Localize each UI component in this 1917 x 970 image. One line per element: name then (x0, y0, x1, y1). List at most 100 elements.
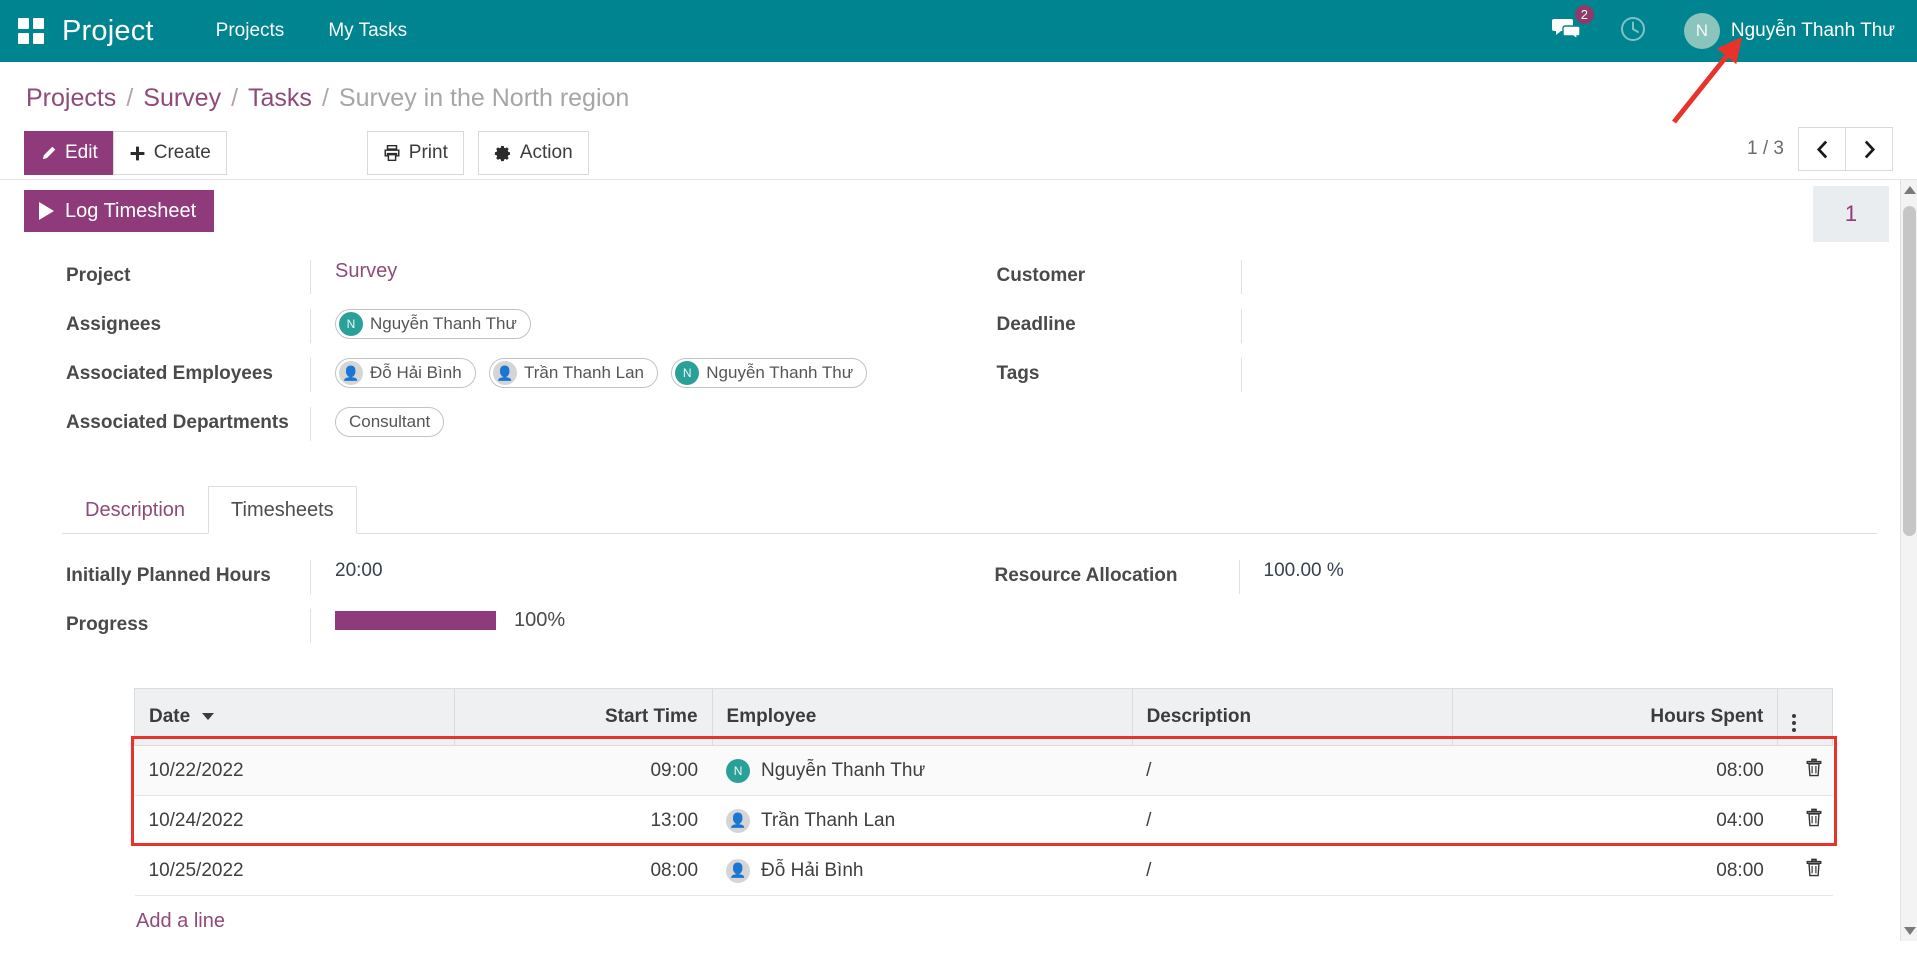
print-button[interactable]: Print (367, 131, 464, 175)
column-header-date-label: Date (149, 706, 190, 727)
employee-tag-label: Đỗ Hải Bình (370, 363, 462, 383)
stat-button[interactable]: 1 (1813, 186, 1889, 242)
employee-value: N Nguyễn Thanh Thư (726, 759, 1118, 783)
field-label-associated-employees: Associated Employees (66, 358, 310, 387)
scroll-down-icon[interactable] (1904, 927, 1916, 935)
user-menu[interactable]: N Nguyễn Thanh Thư (1666, 13, 1895, 49)
dot (1792, 728, 1796, 732)
pager-value: 1 / 3 (1747, 138, 1784, 160)
employee-tag[interactable]: N Nguyễn Thanh Thư (671, 358, 867, 388)
project-link[interactable]: Survey (335, 260, 397, 282)
app-brand-name[interactable]: Project (62, 15, 154, 48)
notebook-tabs: Description Timesheets (62, 486, 1877, 534)
breadcrumb-separator: / (231, 84, 238, 113)
field-label-assignees: Assignees (66, 309, 310, 338)
employee-tag-label: Nguyễn Thanh Thư (706, 363, 853, 383)
field-value-progress: 100% (310, 609, 970, 643)
cell-employee[interactable]: 👤 Đỗ Hải Bình (712, 846, 1132, 896)
messages-menu[interactable]: 2 (1534, 17, 1600, 46)
field-label-project: Project (66, 260, 310, 289)
cell-description[interactable]: / (1132, 796, 1452, 846)
nav-menu-projects[interactable]: Projects (194, 20, 307, 42)
cell-date[interactable]: 10/25/2022 (135, 846, 455, 896)
person-icon: 👤 (726, 859, 750, 883)
cell-date[interactable]: 10/24/2022 (135, 796, 455, 846)
column-header-hours-spent[interactable]: Hours Spent (1452, 689, 1778, 746)
table-row[interactable]: 10/25/2022 08:00 👤 Đỗ Hải Bình / (135, 846, 1833, 896)
apps-grid-icon[interactable] (18, 18, 44, 44)
employee-value: 👤 Trần Thanh Lan (726, 809, 1118, 833)
breadcrumb-item-survey[interactable]: Survey (143, 84, 221, 113)
add-a-line-button[interactable]: Add a line (136, 910, 225, 933)
cell-start-time[interactable]: 13:00 (455, 796, 712, 846)
odoo-project-task-form: Project Projects My Tasks 2 N Nguyễn Tha… (0, 0, 1917, 970)
cell-description[interactable]: / (1132, 746, 1452, 796)
employee-name: Nguyễn Thanh Thư (761, 760, 925, 782)
form-sheet: Project Survey Assignees N Nguyễn Thanh … (0, 242, 1917, 933)
vertical-scrollbar[interactable] (1900, 180, 1917, 941)
field-value-deadline[interactable] (1241, 309, 1878, 343)
trash-icon[interactable] (1805, 858, 1823, 883)
cell-delete (1778, 846, 1833, 896)
dot (1792, 721, 1796, 725)
scroll-up-icon[interactable] (1904, 186, 1916, 194)
cell-hours-spent[interactable]: 04:00 (1452, 796, 1778, 846)
cell-start-time[interactable]: 08:00 (455, 846, 712, 896)
form-group-right: Customer Deadline Tags (972, 260, 1878, 456)
tab-timesheets[interactable]: Timesheets (208, 486, 357, 534)
cell-description[interactable]: / (1132, 846, 1452, 896)
table-row[interactable]: 10/22/2022 09:00 N Nguyễn Thanh Thư / (135, 746, 1833, 796)
column-options-button[interactable] (1778, 689, 1833, 746)
nav-menu-my-tasks[interactable]: My Tasks (306, 20, 429, 42)
field-value-customer[interactable] (1241, 260, 1878, 294)
log-timesheet-button[interactable]: Log Timesheet (24, 190, 214, 232)
action-button[interactable]: Action (478, 131, 589, 175)
cell-employee[interactable]: N Nguyễn Thanh Thư (712, 746, 1132, 796)
person-icon: 👤 (726, 809, 750, 833)
scrollbar-thumb[interactable] (1903, 206, 1916, 536)
edit-button-label: Edit (65, 142, 98, 164)
cell-hours-spent[interactable]: 08:00 (1452, 846, 1778, 896)
progress-bar-fill (335, 611, 496, 630)
trash-icon[interactable] (1805, 808, 1823, 833)
employee-tag[interactable]: 👤 Trần Thanh Lan (489, 358, 658, 388)
plus-icon (129, 145, 146, 162)
column-header-start-time[interactable]: Start Time (455, 689, 712, 746)
trash-icon[interactable] (1805, 758, 1823, 783)
tab-description[interactable]: Description (62, 486, 208, 534)
field-value-tags[interactable] (1241, 358, 1878, 392)
employee-value: 👤 Đỗ Hải Bình (726, 859, 1118, 883)
field-row-tags: Tags (997, 358, 1878, 407)
assignee-tag-label: Nguyễn Thanh Thư (370, 314, 517, 334)
column-header-date[interactable]: Date (135, 689, 455, 746)
field-row-project: Project Survey (66, 260, 972, 309)
control-panel-left-buttons: Edit Create (24, 131, 227, 175)
table-header-row: Date Start Time Employee Description Hou… (135, 689, 1833, 746)
cell-delete (1778, 746, 1833, 796)
department-tag[interactable]: Consultant (335, 407, 444, 437)
edit-button[interactable]: Edit (24, 131, 114, 175)
pager-next-button[interactable] (1845, 127, 1893, 171)
form-field-groups: Project Survey Assignees N Nguyễn Thanh … (0, 260, 1917, 456)
caret-down-icon (202, 713, 214, 720)
dot (1792, 714, 1796, 718)
cell-delete (1778, 796, 1833, 846)
assignee-tag[interactable]: N Nguyễn Thanh Thư (335, 309, 531, 339)
table-row[interactable]: 10/24/2022 13:00 👤 Trần Thanh Lan / (135, 796, 1833, 846)
button-box-row: Log Timesheet 1 (0, 180, 1917, 242)
employee-tag[interactable]: 👤 Đỗ Hải Bình (335, 358, 476, 388)
apps-grid-cell (18, 18, 29, 29)
breadcrumb-item-tasks[interactable]: Tasks (248, 84, 312, 113)
activities-menu[interactable] (1600, 16, 1666, 47)
cell-date[interactable]: 10/22/2022 (135, 746, 455, 796)
cell-start-time[interactable]: 09:00 (455, 746, 712, 796)
pager-buttons (1798, 127, 1893, 171)
column-header-description[interactable]: Description (1132, 689, 1452, 746)
cell-employee[interactable]: 👤 Trần Thanh Lan (712, 796, 1132, 846)
pager-previous-button[interactable] (1798, 127, 1846, 171)
avatar: N (726, 759, 750, 783)
cell-hours-spent[interactable]: 08:00 (1452, 746, 1778, 796)
column-header-employee[interactable]: Employee (712, 689, 1132, 746)
create-button[interactable]: Create (113, 131, 227, 175)
breadcrumb-item-projects[interactable]: Projects (26, 84, 116, 113)
